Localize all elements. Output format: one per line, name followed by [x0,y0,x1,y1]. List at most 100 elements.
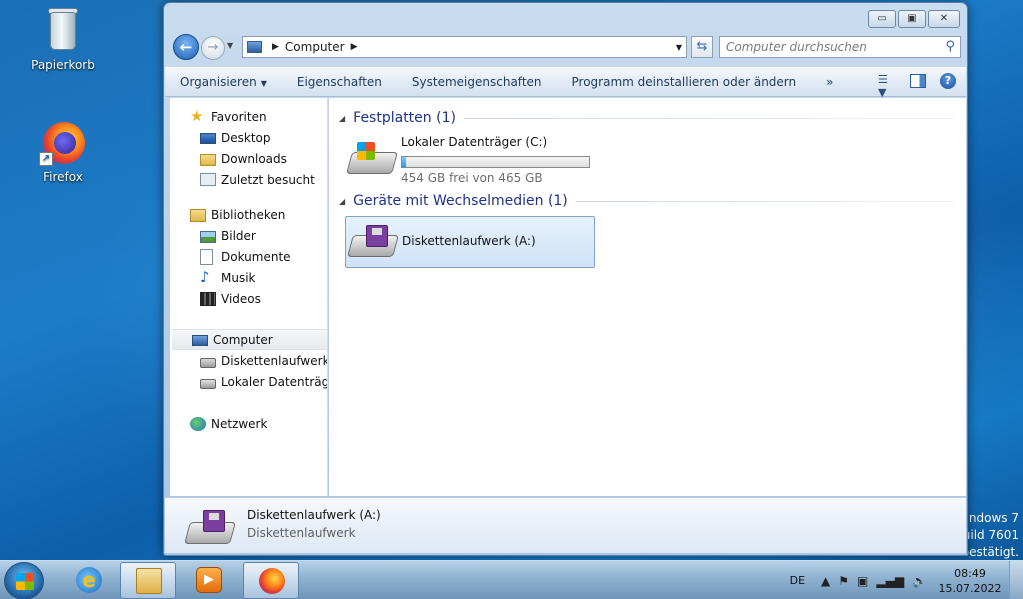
window-controls: ▭ ▣ ✕ [868,10,960,28]
floppy-drive-icon [200,358,216,368]
nav-item-pictures[interactable]: Bilder [170,225,327,246]
nav-item-favorites[interactable]: ★ Favoriten [170,106,327,127]
breadcrumb-chevron-icon[interactable]: ▶ [272,42,279,52]
refresh-button[interactable]: ⇆ [691,36,713,58]
collapse-triangle-icon[interactable]: ◢ [339,197,345,206]
forward-button[interactable]: → [201,36,225,60]
breadcrumb-chevron-icon[interactable]: ▶ [351,42,358,52]
documents-icon [200,248,213,265]
media-player-icon: ▶ [196,567,222,593]
clock-date: 15.07.2022 [938,581,1002,595]
desktop-icon [200,133,216,144]
properties-button[interactable]: Eigenschaften [282,75,397,89]
uninstall-program-button[interactable]: Programm deinstallieren oder ändern [557,75,812,89]
group-header-removable[interactable]: ◢ Geräte mit Wechselmedien (1) [339,191,954,211]
taskbar-media-player[interactable]: ▶ [181,562,237,599]
recent-places-icon [200,173,216,186]
nav-item-network[interactable]: Netzwerk [170,413,327,434]
more-commands-button[interactable]: » [811,75,848,89]
system-tray: DE ▲ ⚑ ▣ ▂▄▆ 🔈 08:49 15.07.2022 [790,561,1023,599]
preview-pane-icon[interactable] [910,74,926,88]
network-signal-icon[interactable]: ▂▄▆ [876,574,904,588]
nav-item-downloads[interactable]: Downloads [170,148,327,169]
volume-icon[interactable]: 🔈 [912,574,927,588]
power-icon[interactable]: ▣ [857,574,868,588]
downloads-folder-icon [200,154,216,166]
nav-item-videos[interactable]: Videos [170,288,327,309]
nav-item-documents[interactable]: Dokumente [170,246,327,267]
music-icon: ♪ [200,267,210,286]
show-hidden-icons-icon[interactable]: ▲ [821,574,830,588]
search-icon[interactable]: ⚲ [945,39,955,54]
shortcut-arrow-icon: ↗ [39,152,53,166]
network-icon [190,416,206,431]
taskbar-firefox[interactable] [243,562,299,599]
nav-item-computer[interactable]: Computer [172,329,327,350]
language-indicator[interactable]: DE [790,574,805,587]
breadcrumb-computer[interactable]: Computer [285,40,345,54]
action-center-flag-icon[interactable]: ⚑ [838,574,849,588]
drive-item-local-disk[interactable]: Lokaler Datenträger (C:) 454 GB frei von… [345,134,595,186]
group-header-hard-disks[interactable]: ◢ Festplatten (1) [339,108,954,128]
content-pane: ◢ Festplatten (1) Lokaler Datenträger (C… [329,98,966,496]
folder-icon [136,568,162,594]
drive-name: Lokaler Datenträger (C:) [401,135,548,149]
nav-group-libraries: Bibliotheken Bilder Dokumente ♪ Musik Vid… [170,204,327,309]
hard-drive-icon [200,379,216,389]
taskbar-explorer[interactable] [120,562,176,599]
desktop-icon-recycle-bin[interactable]: Papierkorb [23,6,103,72]
details-title: Diskettenlaufwerk (A:) [247,508,381,522]
navigation-pane: ★ Favoriten Desktop Downloads Zuletzt bes… [170,98,328,496]
disk-usage-fill [402,157,407,167]
address-bar[interactable]: ▶ Computer ▶ ▼ [242,36,687,58]
change-view-icon[interactable]: ☰ ▼ [878,73,896,99]
libraries-icon [190,209,206,222]
desktop-icon-firefox[interactable]: ↗ Firefox [23,118,103,184]
nav-item-local-disk[interactable]: Lokaler Datenträger (C:) [170,371,327,392]
computer-icon [192,334,208,346]
maximize-button[interactable]: ▣ [898,10,926,28]
firefox-icon [259,568,285,594]
nav-item-music[interactable]: ♪ Musik [170,267,327,288]
collapse-triangle-icon[interactable]: ◢ [339,114,345,123]
floppy-drive-icon [184,506,236,544]
back-button[interactable]: ← [173,34,199,60]
organize-menu[interactable]: Organisieren ▼ [165,75,282,89]
system-properties-button[interactable]: Systemeigenschaften [397,75,557,89]
star-icon: ★ [190,106,204,125]
clock[interactable]: 08:49 15.07.2022 [935,566,1005,596]
nav-group-network: Netzwerk [170,413,327,434]
nav-item-recent-places[interactable]: Zuletzt besucht [170,169,327,190]
recent-pages-dropdown[interactable]: ▼ [227,41,233,50]
help-icon[interactable]: ? [940,73,956,89]
free-space-text: 454 GB frei von 465 GB [401,171,543,185]
hard-drive-icon [346,142,398,174]
start-button[interactable] [4,562,44,599]
drive-name: Diskettenlaufwerk (A:) [402,234,536,248]
nav-item-desktop[interactable]: Desktop [170,127,327,148]
close-button[interactable]: ✕ [928,10,960,28]
minimize-button[interactable]: ▭ [868,10,896,28]
taskbar: e ▶ DE ▲ ⚑ ▣ ▂▄▆ 🔈 08:49 15.07.2022 [0,560,1023,599]
search-input[interactable]: Computer durchsuchen ⚲ [719,36,961,58]
command-bar: Organisieren ▼ Eigenschaften Systemeigens… [165,67,966,99]
details-pane: Diskettenlaufwerk (A:) Diskettenlaufwerk [165,497,966,553]
address-dropdown-icon[interactable]: ▼ [676,43,682,52]
clock-time: 08:49 [954,566,986,580]
address-row: ← → ▼ ▶ Computer ▶ ▼ ⇆ Computer durchsuc… [172,33,962,63]
nav-group-computer: Computer Diskettenlaufwerk (A:) Lokaler … [170,329,327,392]
floppy-disk-icon [366,225,388,247]
nav-item-floppy-drive[interactable]: Diskettenlaufwerk (A:) [170,350,327,371]
drive-item-floppy[interactable]: Diskettenlaufwerk (A:) [345,216,595,268]
computer-icon [247,41,262,53]
explorer-window: ▭ ▣ ✕ ← → ▼ ▶ Computer ▶ ▼ ⇆ Computer du… [163,2,968,556]
nav-item-libraries[interactable]: Bibliotheken [170,204,327,225]
nav-group-favorites: ★ Favoriten Desktop Downloads Zuletzt bes… [170,106,327,190]
windows-logo-icon [16,573,34,590]
desktop-icon-label: Firefox [43,170,83,184]
recycle-bin-icon [39,6,87,54]
windows-logo-icon [357,142,375,160]
disk-usage-bar [401,156,590,168]
taskbar-internet-explorer[interactable]: e [61,562,117,599]
show-desktop-button[interactable] [1009,561,1023,599]
